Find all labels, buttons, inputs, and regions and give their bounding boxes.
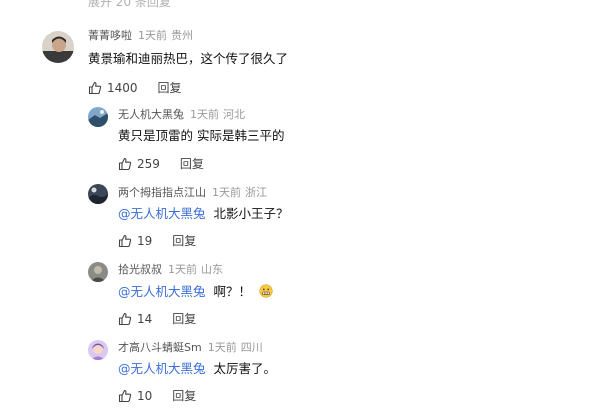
comment-body: 黄景瑜和迪丽热巴，这个传了很久了 xyxy=(88,51,289,66)
comment-text: @无人机大黑兔 北影小王子？ xyxy=(118,205,289,223)
collapsed-replies-text: 展开 20 条回复 xyxy=(88,0,171,9)
username[interactable]: 两个拇指指点江山 xyxy=(118,186,206,199)
comment-body: 太厉害了。 xyxy=(213,361,277,376)
like-count: 14 xyxy=(137,312,153,326)
comment-time: 1天前 xyxy=(207,341,237,354)
avatar[interactable] xyxy=(88,107,108,127)
reply-button[interactable]: 回复 xyxy=(172,388,196,404)
comment-time: 1天前 xyxy=(212,186,241,199)
comment-actions: 1400 回复 xyxy=(88,80,182,96)
username[interactable]: 无人机大黑兔 xyxy=(118,108,184,121)
avatar[interactable] xyxy=(42,31,74,63)
comment-text: @无人机大黑兔 啊？！ xyxy=(118,283,273,301)
reply-button[interactable]: 回复 xyxy=(180,156,204,172)
comment-time: 1天前 xyxy=(138,29,167,42)
like-count: 1400 xyxy=(107,81,138,95)
username[interactable]: 拾光叔叔 xyxy=(118,263,162,276)
comment-meta: 才高八斗蜻蜓Sm 1天前 四川 xyxy=(118,341,263,355)
comment-location: 四川 xyxy=(240,341,263,354)
comment-meta: 无人机大黑兔 1天前 河北 xyxy=(118,108,245,122)
reply-button[interactable]: 回复 xyxy=(172,311,196,327)
comment-body: 黄只是顶雷的 实际是韩三平的 xyxy=(118,128,285,143)
comment-actions: 19 回复 xyxy=(118,233,196,249)
thumbs-up-icon[interactable] xyxy=(118,157,132,171)
collapsed-replies-strip: 展开 20 条回复 xyxy=(0,0,600,16)
like-count: 19 xyxy=(137,234,153,248)
thumbs-up-icon[interactable] xyxy=(88,81,102,95)
comment-text: @无人机大黑兔 太厉害了。 xyxy=(118,360,276,378)
comment-location: 河北 xyxy=(223,108,245,121)
avatar[interactable] xyxy=(88,262,108,282)
comment-location: 浙江 xyxy=(245,186,267,199)
comment-location: 山东 xyxy=(201,263,223,276)
username[interactable]: 菁菁哆啦 xyxy=(88,29,132,42)
mention-link[interactable]: @无人机大黑兔 xyxy=(118,206,206,221)
comment-text: 黄只是顶雷的 实际是韩三平的 xyxy=(118,127,284,145)
mention-link[interactable]: @无人机大黑兔 xyxy=(118,284,206,299)
reply-button[interactable]: 回复 xyxy=(158,80,182,96)
thumbs-up-icon[interactable] xyxy=(118,389,132,403)
comment-actions: 10 回复 xyxy=(118,388,196,404)
comment-location: 贵州 xyxy=(171,29,193,42)
comment-time: 1天前 xyxy=(190,108,219,121)
grimace-emoji-icon xyxy=(259,284,273,298)
comment-text: 黄景瑜和迪丽热巴，这个传了很久了 xyxy=(88,50,288,68)
username[interactable]: 才高八斗蜻蜓Sm xyxy=(118,341,202,354)
comment-time: 1天前 xyxy=(168,263,197,276)
thumbs-up-icon[interactable] xyxy=(118,234,132,248)
comment-body: 北影小王子？ xyxy=(213,206,289,221)
comment-actions: 14 回复 xyxy=(118,311,196,327)
mention-link[interactable]: @无人机大黑兔 xyxy=(118,361,206,376)
comment-body: 啊？！ xyxy=(213,284,252,299)
comment-meta: 菁菁哆啦 1天前 贵州 xyxy=(88,29,193,43)
thumbs-up-icon[interactable] xyxy=(118,312,132,326)
comment-actions: 259 回复 xyxy=(118,156,204,172)
avatar[interactable] xyxy=(88,340,108,360)
comment-meta: 两个拇指指点江山 1天前 浙江 xyxy=(118,186,267,200)
avatar[interactable] xyxy=(88,184,108,204)
like-count: 259 xyxy=(137,157,160,171)
comment-meta: 拾光叔叔 1天前 山东 xyxy=(118,263,223,277)
reply-button[interactable]: 回复 xyxy=(172,233,196,249)
like-count: 10 xyxy=(137,389,153,403)
